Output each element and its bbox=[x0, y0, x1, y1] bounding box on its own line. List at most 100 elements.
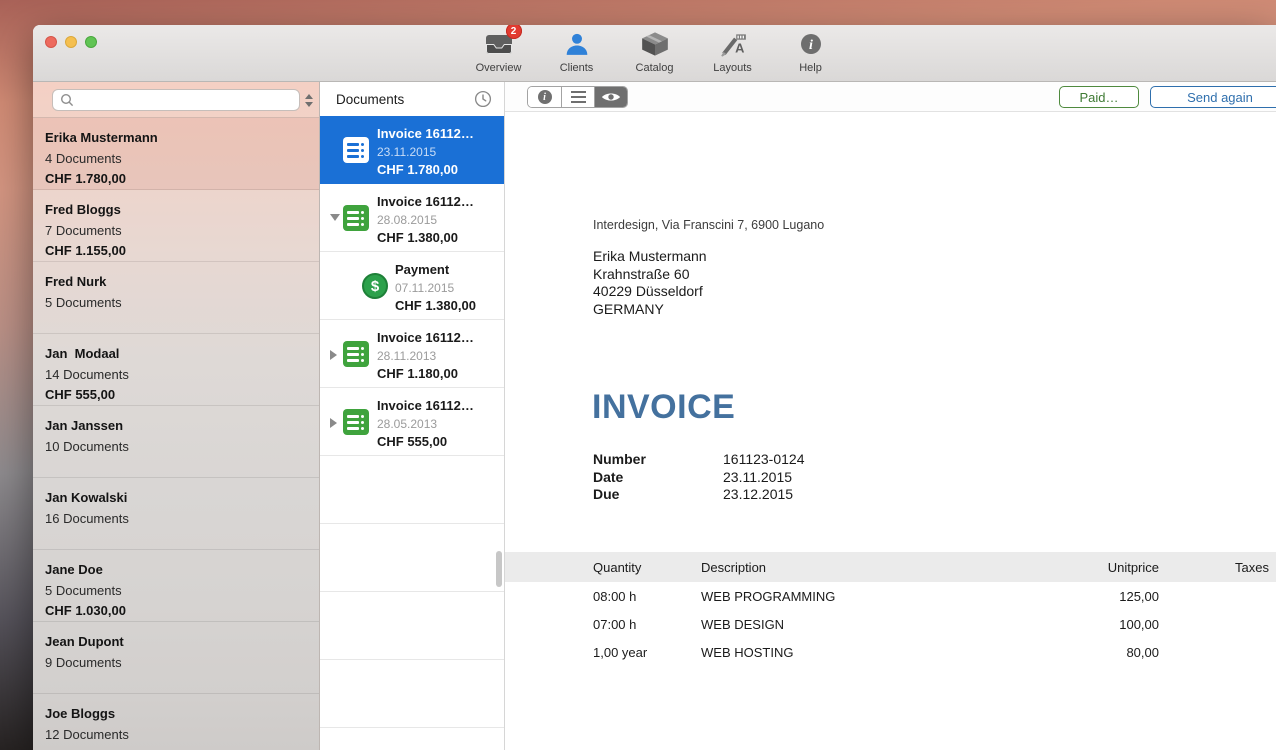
recipient-line: Erika Mustermann bbox=[593, 248, 707, 266]
client-list-item[interactable]: Jan Kowalski 16 Documents bbox=[33, 478, 319, 550]
document-date: 23.11.2015 bbox=[377, 144, 474, 160]
document-amount: CHF 1.380,00 bbox=[377, 230, 474, 246]
toolbar-clients-label: Clients bbox=[560, 62, 594, 74]
table-body: 08:00 h WEB PROGRAMMING 125,00 07:00 h W… bbox=[505, 582, 1276, 666]
document-title: Invoice 16112… bbox=[377, 194, 474, 210]
invoice-recipient-block: Erika MustermannKrahnstraße 6040229 Düss… bbox=[593, 248, 707, 318]
client-list-item[interactable]: Jan Modaal 14 Documents CHF 555,00 bbox=[33, 334, 319, 406]
client-name: Jan Janssen bbox=[45, 416, 319, 436]
client-name: Fred Nurk bbox=[45, 272, 319, 292]
info-icon: i bbox=[538, 90, 552, 104]
toolbar-clients[interactable]: Clients bbox=[548, 28, 606, 74]
documents-scrollbar[interactable] bbox=[496, 551, 502, 587]
document-date: 28.05.2013 bbox=[377, 416, 474, 432]
document-list-item[interactable]: $ bbox=[320, 660, 504, 728]
recipient-line: 40229 Düsseldorf bbox=[593, 283, 707, 301]
client-name: Joe Bloggs bbox=[45, 704, 319, 724]
clients-person-icon bbox=[564, 28, 590, 60]
invoice-title: INVOICE bbox=[592, 388, 735, 427]
disclosure-triangle-icon[interactable] bbox=[330, 350, 337, 360]
help-info-icon: i bbox=[799, 28, 823, 60]
client-list-item[interactable]: Jan Janssen 10 Documents bbox=[33, 406, 319, 478]
recipient-line: Krahnstraße 60 bbox=[593, 266, 707, 284]
search-input[interactable] bbox=[52, 89, 300, 111]
toolbar-overview[interactable]: 2 Overview bbox=[470, 28, 528, 74]
document-text: Invoice 16112… 23.11.2015 CHF 1.780,00 bbox=[377, 126, 474, 178]
invoice-line-items-table: Quantity Description Unitprice Taxes 08:… bbox=[505, 552, 1276, 666]
catalog-box-icon bbox=[641, 28, 669, 60]
search-icon bbox=[59, 92, 75, 108]
document-text: Invoice 16112… 28.08.2015 CHF 1.380,00 bbox=[377, 194, 474, 246]
client-doc-count: 9 Documents bbox=[45, 652, 319, 673]
document-list-item[interactable]: $ Invoice 16112… 28.11.2013 CHF 1.180,00 bbox=[320, 320, 504, 388]
document-list: $ Invoice 16112… 23.11.2015 CHF 1.780,00 bbox=[320, 116, 504, 750]
documents-header-title: Documents bbox=[336, 92, 474, 107]
sort-down-icon bbox=[305, 102, 313, 107]
client-doc-count: 10 Documents bbox=[45, 436, 319, 457]
desktop-wallpaper: 2 Overview Clients bbox=[0, 0, 1276, 750]
document-list-item[interactable]: $ bbox=[320, 524, 504, 592]
table-row: 1,00 year WEB HOSTING 80,00 bbox=[505, 638, 1276, 666]
client-doc-count: 4 Documents bbox=[45, 148, 319, 169]
invoice-icon bbox=[343, 205, 369, 231]
client-list-item[interactable]: Erika Mustermann 4 Documents CHF 1.780,0… bbox=[33, 118, 319, 190]
disclosure-triangle-icon[interactable] bbox=[330, 418, 337, 428]
document-date: 28.08.2015 bbox=[377, 212, 474, 228]
cell-quantity: 08:00 h bbox=[593, 589, 701, 604]
document-amount: CHF 1.380,00 bbox=[395, 298, 476, 314]
document-preview-panel: i bbox=[505, 82, 1276, 750]
segment-info[interactable]: i bbox=[528, 87, 561, 107]
history-clock-icon[interactable] bbox=[474, 90, 492, 108]
client-list-item[interactable]: Jane Doe 5 Documents CHF 1.030,00 bbox=[33, 550, 319, 622]
meta-value: 23.11.2015 bbox=[723, 469, 792, 487]
sort-stepper[interactable] bbox=[303, 89, 315, 111]
document-list-item[interactable]: $ Invoice 16112… 28.05.2013 CHF 555,00 bbox=[320, 388, 504, 456]
client-amount: CHF 555,00 bbox=[45, 385, 319, 405]
cell-quantity: 1,00 year bbox=[593, 645, 701, 660]
document-list-item[interactable]: $ bbox=[320, 456, 504, 524]
client-doc-count: 12 Documents bbox=[45, 724, 319, 745]
overview-badge: 2 bbox=[506, 25, 522, 39]
svg-text:A: A bbox=[735, 41, 744, 56]
meta-label: Number bbox=[593, 451, 723, 469]
client-name: Jane Doe bbox=[45, 560, 319, 580]
document-date: 07.11.2015 bbox=[395, 280, 476, 296]
cell-description: WEB PROGRAMMING bbox=[701, 589, 1039, 604]
toolbar-help[interactable]: i Help bbox=[782, 28, 840, 74]
segment-list[interactable] bbox=[561, 87, 594, 107]
document-title: Invoice 16112… bbox=[377, 398, 474, 414]
payment-icon: $ bbox=[362, 273, 388, 299]
segment-preview[interactable] bbox=[594, 87, 627, 107]
client-doc-count: 16 Documents bbox=[45, 508, 319, 529]
client-list-item[interactable]: Joe Bloggs 12 Documents bbox=[33, 694, 319, 750]
document-list-item[interactable]: $ Invoice 16112… 23.11.2015 CHF 1.780,00 bbox=[320, 116, 504, 184]
col-unitprice: Unitprice bbox=[1039, 560, 1159, 575]
invoice-sender-line: Interdesign, Via Franscini 7, 6900 Lugan… bbox=[593, 218, 824, 232]
cell-description: WEB HOSTING bbox=[701, 645, 1039, 660]
cell-unitprice: 80,00 bbox=[1039, 645, 1159, 660]
toolbar-catalog[interactable]: Catalog bbox=[626, 28, 684, 74]
document-list-item[interactable]: $ Invoice 16112… 28.08.2015 CHF 1.380,00 bbox=[320, 184, 504, 252]
client-amount: CHF 1.030,00 bbox=[45, 601, 319, 621]
client-amount: CHF 1.780,00 bbox=[45, 169, 319, 189]
invoice-meta-row: Date 23.11.2015 bbox=[593, 469, 804, 487]
document-list-item[interactable]: $ bbox=[320, 592, 504, 660]
paid-button[interactable]: Paid… bbox=[1059, 86, 1139, 108]
toolbar-catalog-label: Catalog bbox=[636, 62, 674, 74]
toolbar-layouts[interactable]: A Layouts bbox=[704, 28, 762, 74]
overview-tray-icon: 2 bbox=[484, 28, 514, 60]
meta-value: 23.12.2015 bbox=[723, 486, 793, 504]
client-list-item[interactable]: Fred Nurk 5 Documents bbox=[33, 262, 319, 334]
sort-up-icon bbox=[305, 94, 313, 99]
document-date: 28.11.2013 bbox=[377, 348, 474, 364]
send-again-button[interactable]: Send again bbox=[1150, 86, 1276, 108]
document-list-item[interactable]: $ Payment 07.11.2015 CHF 1.380,00 bbox=[320, 252, 504, 320]
client-list-item[interactable]: Fred Bloggs 7 Documents CHF 1.155,00 bbox=[33, 190, 319, 262]
toolbar-layouts-label: Layouts bbox=[713, 62, 752, 74]
client-list-item[interactable]: Jean Dupont 9 Documents bbox=[33, 622, 319, 694]
document-text: Invoice 16112… 28.11.2013 CHF 1.180,00 bbox=[377, 330, 474, 382]
invoice-icon bbox=[343, 409, 369, 435]
disclosure-triangle-icon[interactable] bbox=[330, 214, 340, 221]
invoice-page: Interdesign, Via Franscini 7, 6900 Lugan… bbox=[505, 112, 1276, 750]
invoice-meta-row: Number 161123-0124 bbox=[593, 451, 804, 469]
